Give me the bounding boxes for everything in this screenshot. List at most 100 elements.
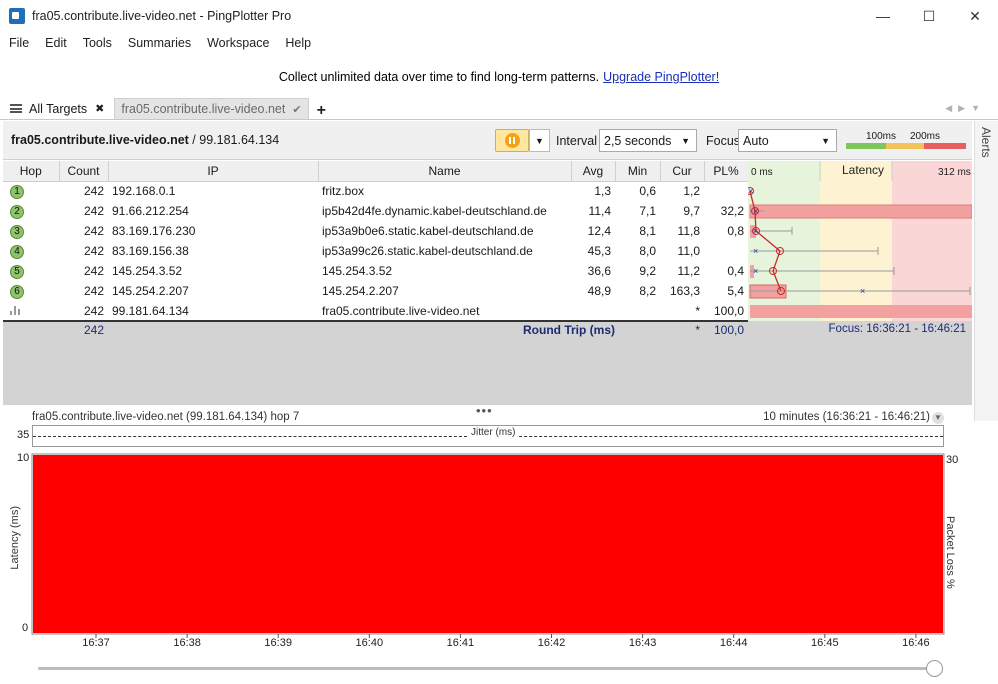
- promo-text: Collect unlimited data over time to find…: [278, 70, 600, 84]
- tab-bar: All Targets ✖ fra05.contribute.live-vide…: [0, 98, 998, 120]
- table-row[interactable]: 242 99.181.64.134 fra05.contribute.live-vi…: [3, 301, 748, 321]
- cell-hop: 5: [3, 261, 59, 281]
- summary-label: Round Trip (ms): [318, 320, 615, 338]
- cell-cur: 11,8: [660, 221, 704, 241]
- window-title: fra05.contribute.live-video.net - PingPl…: [32, 9, 292, 23]
- menu-summaries[interactable]: Summaries: [119, 36, 198, 50]
- cur-marker: ×: [753, 206, 758, 216]
- col-name[interactable]: Name: [318, 161, 572, 182]
- table-row[interactable]: 3 242 83.169.176.230 ip53a9b0e6.static.kabe…: [3, 221, 748, 241]
- summary-min: [615, 320, 660, 338]
- chevron-down-icon: ▼: [535, 135, 544, 146]
- close-icon[interactable]: ✖: [95, 102, 104, 115]
- jitter-label: Jitter (ms): [469, 427, 518, 438]
- timeline-chart[interactable]: 16:37 16:38 16:39 16:40 16:41 16:42 16:43 16:44…: [0, 450, 998, 650]
- cell-pl: 5,4: [704, 281, 748, 301]
- interval-select[interactable]: 2,5 seconds ▼: [599, 129, 697, 152]
- bar-chart-icon[interactable]: [10, 305, 21, 315]
- timeline-range[interactable]: 10 minutes (16:36:21 - 16:46:21): [763, 411, 930, 423]
- cell-count: 242: [59, 201, 108, 221]
- cur-marker: ×: [753, 226, 758, 236]
- minimize-button[interactable]: —: [860, 0, 906, 32]
- target-host: fra05.contribute.live-video.net: [11, 133, 189, 147]
- table-row[interactable]: 6 242 145.254.2.207 145.254.2.207 48,9 8,2 163…: [3, 281, 748, 301]
- tab-all-targets[interactable]: All Targets ✖: [0, 98, 110, 119]
- latency-graph[interactable]: 0 ms Latency 312 ms × × × × × ×: [748, 161, 972, 321]
- cell-ip: 91.66.212.254: [108, 201, 318, 221]
- chevron-down-icon[interactable]: ▼: [932, 412, 944, 424]
- summary-ip: [108, 320, 318, 338]
- table-row[interactable]: 4 242 83.169.156.38 ip53a99c26.static.kabel…: [3, 241, 748, 261]
- pause-dropdown[interactable]: ▼: [529, 129, 550, 152]
- cell-name: 145.254.3.52: [318, 261, 571, 281]
- menu-workspace[interactable]: Workspace: [198, 36, 276, 50]
- col-count[interactable]: Count: [59, 161, 109, 182]
- target-ip: / 99.181.64.134: [188, 133, 280, 147]
- col-cur[interactable]: Cur: [660, 161, 705, 182]
- time-tick-label: 16:45: [811, 637, 839, 649]
- cell-pl: 0,4: [704, 261, 748, 281]
- table-row[interactable]: 5 242 145.254.3.52 145.254.3.52 36,6 9,2 11,2 0…: [3, 261, 748, 281]
- cell-min: 0,6: [615, 181, 660, 201]
- cell-ip: 192.168.0.1: [108, 181, 318, 201]
- cell-hop: 3: [3, 221, 59, 241]
- cell-name: fra05.contribute.live-video.net: [318, 301, 571, 321]
- time-tick-label: 16:37: [82, 637, 110, 649]
- pause-button[interactable]: [495, 129, 529, 152]
- cell-cur: *: [660, 301, 704, 321]
- table-row[interactable]: 1 242 192.168.0.1 fritz.box 1,3 0,6 1,2: [3, 181, 748, 201]
- cell-avg: 48,9: [571, 281, 615, 301]
- scale-100-label: 100ms: [865, 131, 896, 142]
- cur-marker: ×: [860, 286, 865, 296]
- splitter-handle[interactable]: •••: [476, 403, 493, 418]
- time-tick-label: 16:46: [902, 637, 930, 649]
- cell-avg: 36,6: [571, 261, 615, 281]
- table-row[interactable]: 2 242 91.66.212.254 ip5b42d4fe.dynamic.kabe…: [3, 201, 748, 221]
- timeline-slider-thumb[interactable]: [926, 660, 943, 677]
- cell-min: 9,2: [615, 261, 660, 281]
- summary-row: 242 Round Trip (ms) * 100,0: [3, 320, 748, 338]
- tab-target-label: fra05.contribute.live-video.net: [121, 102, 286, 116]
- focus-value: Auto: [743, 133, 769, 148]
- col-avg[interactable]: Avg: [571, 161, 616, 182]
- cell-name: ip53a9b0e6.static.kabel-deutschland.de: [318, 221, 571, 241]
- menu-tools[interactable]: Tools: [74, 36, 119, 50]
- tab-scroll-arrows-icon[interactable]: ◀▶▼: [945, 103, 986, 114]
- tab-target[interactable]: fra05.contribute.live-video.net ✔: [114, 98, 309, 119]
- jitter-graph: Jitter (ms): [32, 425, 944, 447]
- col-hop[interactable]: Hop: [3, 161, 60, 182]
- cell-min: [615, 301, 660, 321]
- focus-select[interactable]: Auto ▼: [738, 129, 837, 152]
- close-button[interactable]: ✕: [952, 0, 998, 32]
- hop-number-badge: 3: [10, 225, 24, 239]
- menu-edit[interactable]: Edit: [36, 36, 74, 50]
- cell-name: ip53a99c26.static.kabel-deutschland.de: [318, 241, 571, 261]
- maximize-button[interactable]: ☐: [906, 0, 952, 32]
- cell-avg: 1,3: [571, 181, 615, 201]
- latency-title: Latency: [842, 163, 884, 177]
- alerts-panel[interactable]: Alerts: [974, 121, 998, 421]
- app-icon: [9, 8, 25, 24]
- add-tab-button[interactable]: +: [317, 103, 326, 119]
- col-min[interactable]: Min: [615, 161, 661, 182]
- upgrade-link[interactable]: Upgrade PingPlotter!: [603, 70, 719, 84]
- cell-avg: 12,4: [571, 221, 615, 241]
- menu-help[interactable]: Help: [276, 36, 318, 50]
- loss-bar-hop-7: [750, 305, 972, 318]
- hop-table: Hop Count IP Name Avg Min Cur PL% 1 242 19…: [3, 161, 972, 405]
- col-pl[interactable]: PL%: [704, 161, 749, 182]
- target-header: fra05.contribute.live-video.net / 99.181…: [11, 133, 279, 147]
- cell-pl: 0,8: [704, 221, 748, 241]
- menu-file[interactable]: File: [0, 36, 36, 50]
- cell-hop: 6: [3, 281, 59, 301]
- cell-count: 242: [59, 181, 108, 201]
- cell-ip: 145.254.3.52: [108, 261, 318, 281]
- timeline-slider-track[interactable]: [38, 667, 938, 670]
- pause-icon: [504, 133, 520, 148]
- interval-value: 2,5 seconds: [604, 133, 672, 148]
- col-ip[interactable]: IP: [108, 161, 319, 182]
- tab-all-targets-label: All Targets: [29, 101, 88, 116]
- time-tick-label: 16:40: [356, 637, 384, 649]
- target-toolbar: fra05.contribute.live-video.net / 99.181…: [3, 121, 972, 160]
- time-tick-label: 16:44: [720, 637, 748, 649]
